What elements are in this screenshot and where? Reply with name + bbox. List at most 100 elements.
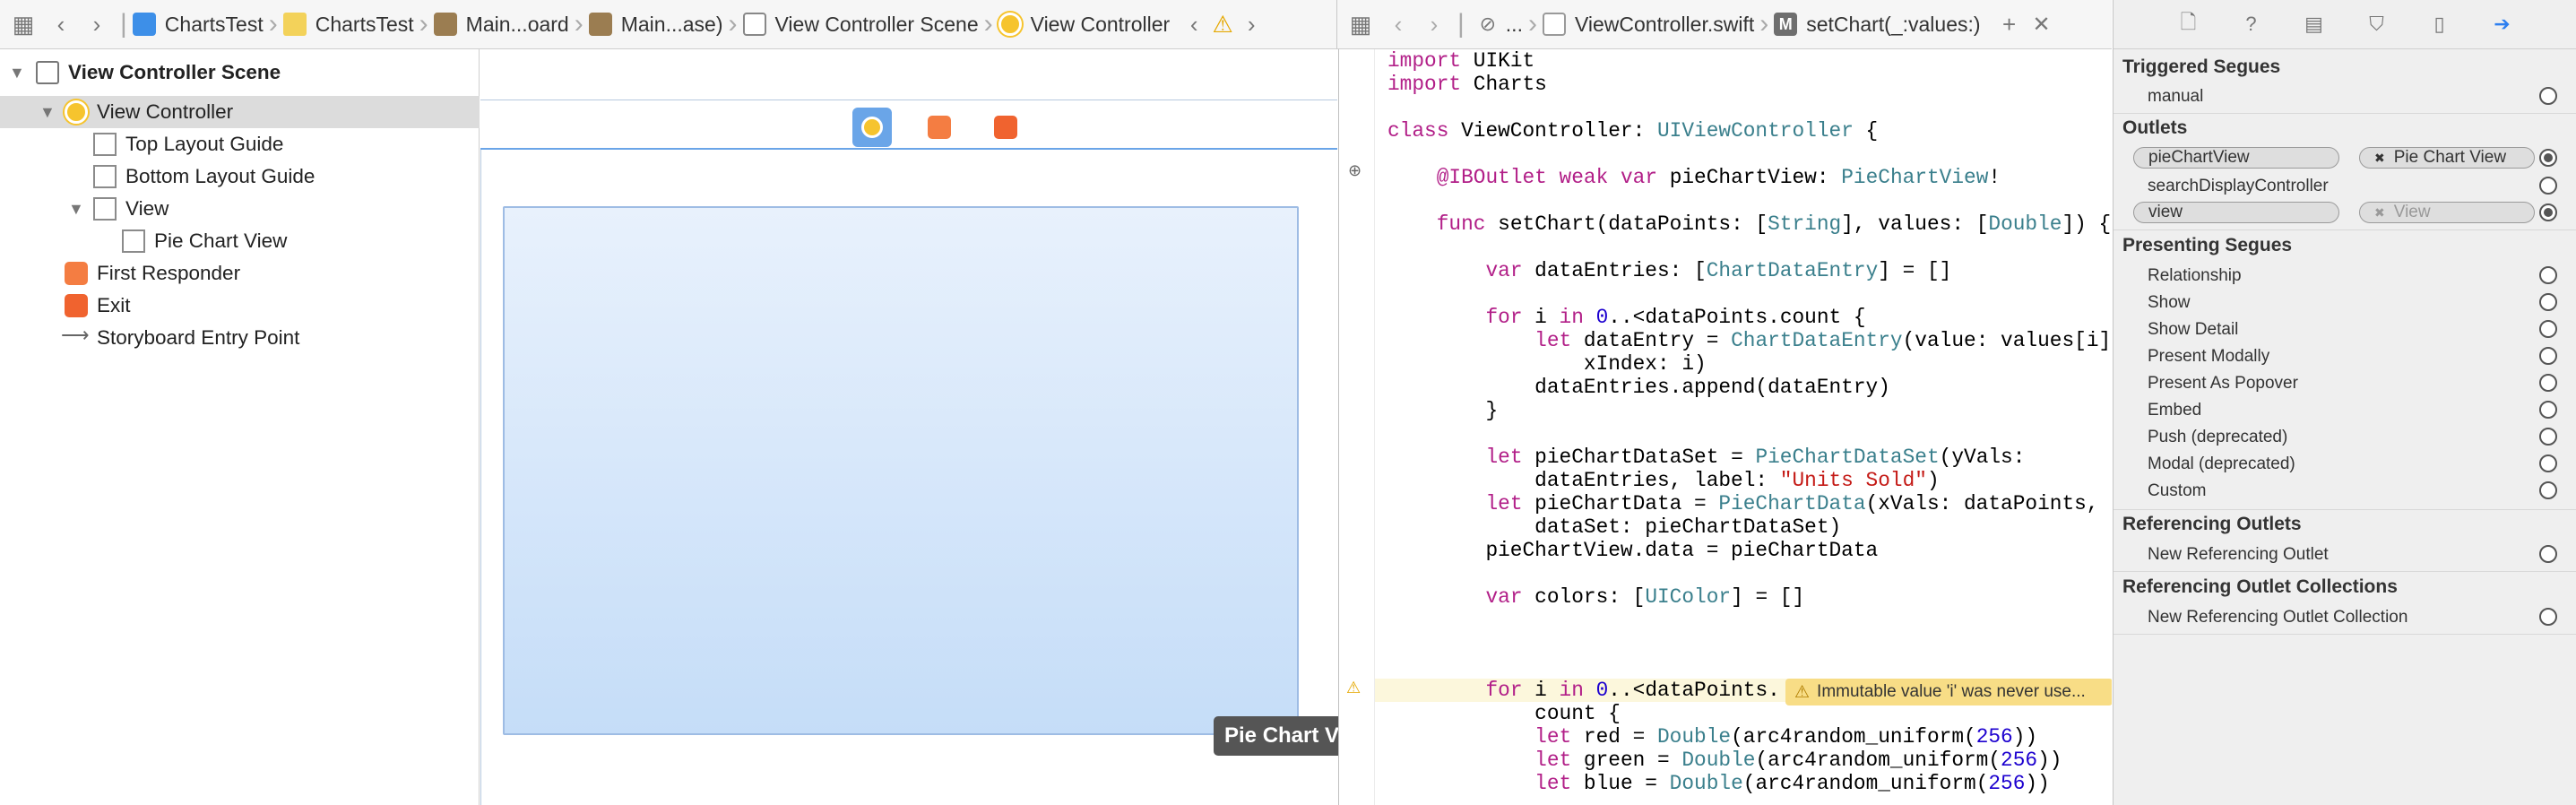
back-arrow-icon[interactable]: ‹ (1380, 0, 1416, 48)
segue-row-manual[interactable]: manual (2114, 82, 2576, 109)
connection-circle[interactable] (2539, 608, 2557, 626)
new-referencing-outlet-collection-row[interactable]: New Referencing Outlet Collection (2114, 603, 2576, 630)
previous-issue-icon[interactable]: ‹ (1180, 0, 1207, 48)
presenting-segue-row[interactable]: Embed (2114, 396, 2576, 423)
presenting-segue-row[interactable]: Modal (deprecated) (2114, 450, 2576, 477)
disclosure-triangle-icon[interactable]: ▼ (39, 103, 56, 122)
attributes-inspector-icon[interactable]: ⛉ (2364, 11, 2390, 38)
connection-circle[interactable] (2539, 177, 2557, 195)
code-line[interactable]: for i in 0..<dataPoints.count { (1387, 306, 2112, 329)
outline-bottom-layout-guide[interactable]: Bottom Layout Guide (0, 160, 480, 193)
crumb-project[interactable]: ChartsTest (132, 0, 264, 48)
presenting-segue-row[interactable]: Show Detail (2114, 316, 2576, 342)
code-line[interactable] (1387, 236, 2112, 259)
presenting-segue-row[interactable]: Show (2114, 289, 2576, 316)
new-referencing-outlet-row[interactable]: New Referencing Outlet (2114, 541, 2576, 567)
presenting-segue-row[interactable]: Push (deprecated) (2114, 423, 2576, 450)
storyboard-canvas[interactable]: Pie Chart View (480, 49, 1348, 805)
pie-chart-view-box[interactable] (503, 206, 1299, 735)
code-line[interactable]: let pieChartDataSet = PieChartDataSet(yV… (1387, 446, 2112, 469)
code-line[interactable] (1387, 632, 2112, 655)
code-line[interactable]: let red = Double(arc4random_uniform(256)… (1387, 725, 2112, 749)
code-line[interactable]: @IBOutlet weak var pieChartView: PieChar… (1387, 166, 2112, 189)
connection-circle[interactable] (2539, 374, 2557, 392)
outlet-row-searchdisplaycontroller[interactable]: searchDisplayController (2114, 172, 2576, 199)
connection-circle[interactable] (2539, 481, 2557, 499)
outline-view[interactable]: ▼ View (0, 193, 480, 225)
identity-inspector-icon[interactable]: ▤ (2301, 11, 2328, 38)
code-line[interactable]: class ViewController: UIViewController { (1387, 119, 2112, 143)
outlet-target-pill[interactable]: ✖ View (2359, 202, 2535, 223)
code-line[interactable]: var dataEntries: [ChartDataEntry] = [] (1387, 259, 2112, 282)
code-line[interactable] (1387, 96, 2112, 119)
outlet-row-view[interactable]: view ✖ View (2114, 199, 2576, 226)
code-line[interactable] (1387, 422, 2112, 446)
outlet-name-pill[interactable]: pieChartView (2133, 147, 2339, 169)
size-inspector-icon[interactable]: ▯ (2426, 11, 2453, 38)
related-items-grid-icon[interactable]: ▦ (4, 0, 43, 48)
disconnect-x-icon[interactable]: ✖ (2374, 205, 2385, 221)
outline-storyboard-entry-point[interactable]: ⟶ Storyboard Entry Point (0, 322, 480, 354)
presenting-segue-row[interactable]: Relationship (2114, 262, 2576, 289)
code-line[interactable]: let blue = Double(arc4random_uniform(256… (1387, 772, 2112, 795)
code-line[interactable] (1387, 282, 2112, 306)
code-line[interactable]: pieChartView.data = pieChartData (1387, 539, 2112, 562)
crumb-group[interactable]: ChartsTest (282, 0, 414, 48)
outline-view-controller[interactable]: ▼ View Controller (0, 96, 480, 128)
code-line[interactable] (1387, 562, 2112, 585)
connection-circle[interactable] (2539, 320, 2557, 338)
code-editor[interactable]: ⊕ ⚠ import UIKit import Charts class ViewC… (1338, 49, 2112, 805)
connections-inspector-icon[interactable]: ➔ (2489, 11, 2516, 38)
connection-circle[interactable] (2539, 545, 2557, 563)
crumb-storyboard[interactable]: Main...oard (433, 0, 569, 48)
code-line[interactable]: let pieChartData = PieChartData(xVals: d… (1387, 492, 2112, 515)
connection-circle[interactable] (2539, 87, 2557, 105)
dock-exit-icon[interactable] (986, 108, 1025, 147)
code-line[interactable]: dataEntries, label: "Units Sold") (1387, 469, 2112, 492)
code-line[interactable]: dataEntries.append(dataEntry) (1387, 376, 2112, 399)
close-editor-icon[interactable]: ✕ (2026, 0, 2058, 48)
code-line[interactable]: import UIKit (1387, 49, 2112, 73)
quick-help-icon[interactable]: ? (2238, 11, 2265, 38)
code-line[interactable]: let dataEntry = ChartDataEntry(value: va… (1387, 329, 2112, 352)
outline-first-responder[interactable]: First Responder (0, 257, 480, 290)
outline-top-layout-guide[interactable]: Top Layout Guide (0, 128, 480, 160)
crumb-scene[interactable]: View Controller Scene (742, 0, 979, 48)
presenting-segue-row[interactable]: Present Modally (2114, 342, 2576, 369)
connection-circle[interactable] (2539, 347, 2557, 365)
code-line[interactable] (1387, 189, 2112, 212)
outlet-row-piechartview[interactable]: pieChartView ✖ Pie Chart View (2114, 144, 2576, 171)
presenting-segue-row[interactable]: Present As Popover (2114, 369, 2576, 396)
code-line[interactable]: var colors: [UIColor] = [] (1387, 585, 2112, 609)
crumb-swift-file[interactable]: ViewController.swift (1542, 0, 1754, 48)
disclosure-triangle-icon[interactable]: ▼ (9, 64, 25, 82)
disconnect-x-icon[interactable]: ✖ (2374, 151, 2385, 166)
related-items-grid-icon[interactable]: ▦ (1341, 0, 1380, 48)
code-line[interactable] (1387, 143, 2112, 166)
next-issue-icon[interactable]: › (1238, 0, 1265, 48)
outlet-name-pill[interactable]: view (2133, 202, 2339, 223)
forward-arrow-icon[interactable]: › (79, 0, 115, 48)
crumb-automatic[interactable]: ... (1506, 0, 1523, 48)
back-arrow-icon[interactable]: ‹ (43, 0, 79, 48)
outline-exit[interactable]: Exit (0, 290, 480, 322)
connection-circle[interactable] (2539, 401, 2557, 419)
disclosure-triangle-icon[interactable]: ▼ (68, 200, 84, 219)
warning-icon[interactable]: ⚠ (1207, 0, 1238, 48)
outline-scene[interactable]: ▼ View Controller Scene (0, 56, 480, 89)
code-line[interactable]: let green = Double(arc4random_uniform(25… (1387, 749, 2112, 772)
connection-circle-filled[interactable] (2539, 203, 2557, 221)
forward-arrow-icon[interactable]: › (1416, 0, 1452, 48)
crumb-view-controller[interactable]: View Controller (998, 0, 1170, 48)
connection-circle[interactable] (2539, 266, 2557, 284)
code-line[interactable] (1387, 609, 2112, 632)
warning-message[interactable]: ⚠ Immutable value 'i' was never use... (1785, 679, 2112, 705)
code-line[interactable]: xIndex: i) (1387, 352, 2112, 376)
connection-circle[interactable] (2539, 428, 2557, 446)
dock-first-responder-icon[interactable] (920, 108, 959, 147)
crumb-storyboard-base[interactable]: Main...ase) (588, 0, 723, 48)
presenting-segue-row[interactable]: Custom (2114, 477, 2576, 504)
gutter-warning-icon[interactable]: ⚠ (1346, 679, 1361, 697)
outline-pie-chart-view[interactable]: Pie Chart View (0, 225, 480, 257)
connection-circle-filled[interactable] (2539, 149, 2557, 167)
